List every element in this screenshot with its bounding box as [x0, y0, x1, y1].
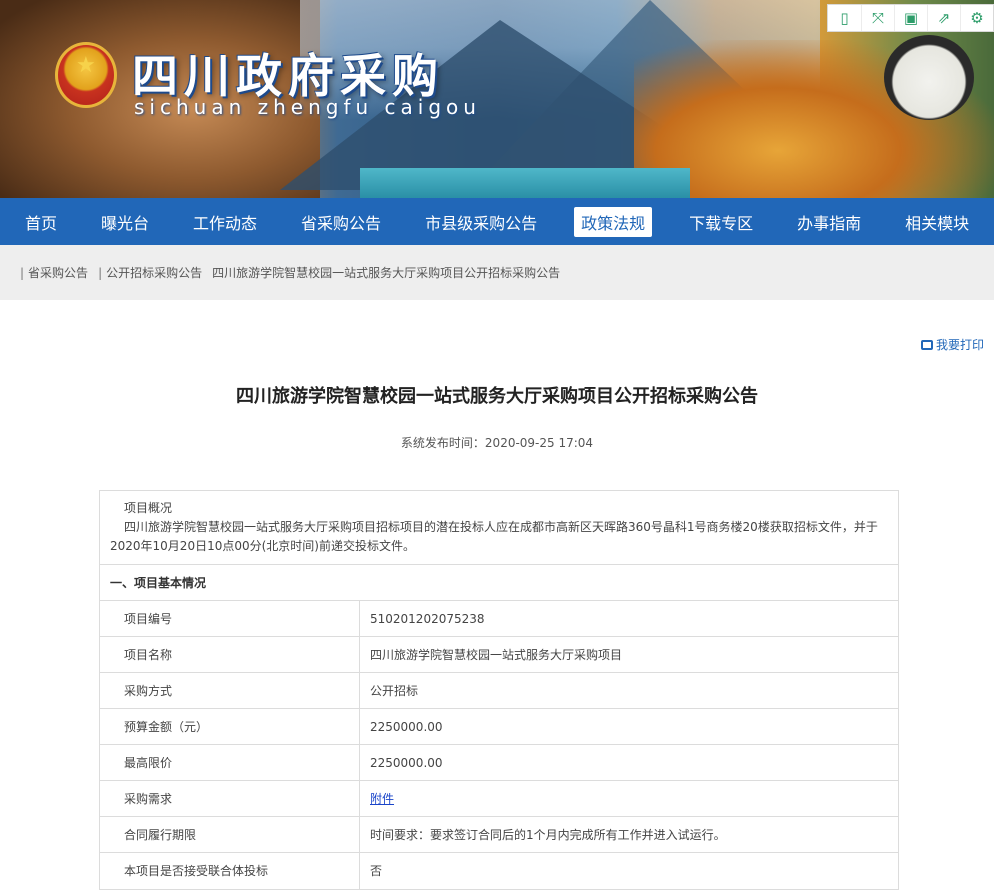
- row-value: 2250000.00: [370, 756, 443, 770]
- table-row: 本项目是否接受联合体投标 否: [100, 853, 898, 889]
- row-key: 合同履行期限: [100, 817, 360, 852]
- publish-time: 系统发布时间：2020-09-25 17:04: [400, 436, 594, 450]
- save-icon[interactable]: ▣: [894, 5, 927, 31]
- nav-item-home[interactable]: 首页: [18, 207, 64, 237]
- nav-item-downloads[interactable]: 下载专区: [682, 207, 760, 237]
- attachment-link[interactable]: 附件: [370, 792, 394, 806]
- printer-icon: [920, 339, 933, 350]
- row-value: 2250000.00: [370, 720, 443, 734]
- row-value: 公开招标: [370, 684, 419, 698]
- share-icon[interactable]: ⇗: [927, 5, 960, 31]
- nav-item-city-notices[interactable]: 市县级采购公告: [418, 207, 544, 237]
- table-row: 采购方式 公开招标: [100, 673, 898, 709]
- breadcrumb: | 省采购公告 | 公开招标采购公告 四川旅游学院智慧校园一站式服务大厅采购项目…: [0, 245, 994, 300]
- site-banner: ★ 四川政府采购 sichuan zhengfu caigou ▯ ⤧ ▣ ⇗ …: [0, 0, 994, 198]
- bookmark-icon[interactable]: ▯: [828, 5, 861, 31]
- breadcrumb-item[interactable]: 公开招标采购公告: [106, 264, 202, 281]
- table-row: 预算金额（元） 2250000.00: [100, 709, 898, 745]
- project-overview: 项目概况 四川旅游学院智慧校园一站式服务大厅采购项目招标项目的潜在投标人应在成都…: [100, 491, 898, 565]
- print-button[interactable]: 我要打印: [920, 336, 984, 353]
- table-row: 采购需求 附件: [100, 781, 898, 817]
- row-value: 否: [370, 864, 383, 878]
- nav-item-news[interactable]: 工作动态: [186, 207, 264, 237]
- table-row: 最高限价 2250000.00: [100, 745, 898, 781]
- nav-item-policies[interactable]: 政策法规: [574, 206, 653, 237]
- settings-icon[interactable]: ⚙: [960, 5, 993, 31]
- project-info-table: 项目概况 四川旅游学院智慧校园一站式服务大厅采购项目招标项目的潜在投标人应在成都…: [99, 490, 899, 890]
- row-key: 采购需求: [100, 781, 360, 816]
- row-key: 采购方式: [100, 673, 360, 708]
- site-subtitle: sichuan zhengfu caigou: [134, 95, 481, 119]
- page-title: 四川旅游学院智慧校园一站式服务大厅采购项目公开招标采购公告: [236, 386, 758, 407]
- banner-panda-image: [884, 35, 974, 120]
- table-row: 项目编号 510201202075238: [100, 601, 898, 637]
- table-row: 项目名称 四川旅游学院智慧校园一站式服务大厅采购项目: [100, 637, 898, 673]
- row-key: 项目编号: [100, 601, 360, 636]
- row-value: 510201202075238: [370, 612, 485, 626]
- row-key: 预算金额（元）: [100, 709, 360, 744]
- main-nav: 首页 曝光台 工作动态 省采购公告 市县级采购公告 政策法规 下载专区 办事指南…: [0, 198, 994, 245]
- row-value: 时间要求：要求签订合同后的1个月内完成所有工作并进入试运行。: [370, 828, 726, 842]
- nav-item-guide[interactable]: 办事指南: [790, 207, 868, 237]
- breadcrumb-item[interactable]: 省采购公告: [28, 264, 88, 281]
- print-label: 我要打印: [935, 338, 984, 352]
- fullscreen-icon[interactable]: ⤧: [861, 5, 894, 31]
- row-value: 四川旅游学院智慧校园一站式服务大厅采购项目: [370, 648, 623, 662]
- breadcrumb-current: 四川旅游学院智慧校园一站式服务大厅采购项目公开招标采购公告: [212, 266, 561, 280]
- overview-heading: 项目概况: [124, 501, 173, 515]
- nav-item-exposure[interactable]: 曝光台: [94, 207, 156, 237]
- row-key: 最高限价: [100, 745, 360, 780]
- overview-text: 四川旅游学院智慧校园一站式服务大厅采购项目招标项目的潜在投标人应在成都市高新区天…: [110, 520, 878, 553]
- national-emblem-icon: ★: [55, 42, 117, 108]
- row-key: 项目名称: [100, 637, 360, 672]
- row-key: 本项目是否接受联合体投标: [100, 853, 360, 889]
- table-row: 合同履行期限 时间要求：要求签订合同后的1个月内完成所有工作并进入试运行。: [100, 817, 898, 853]
- section-heading: 一、项目基本情况: [100, 565, 898, 601]
- nav-item-province-notices[interactable]: 省采购公告: [294, 207, 388, 237]
- toolbar: ▯ ⤧ ▣ ⇗ ⚙: [827, 4, 994, 32]
- nav-item-related[interactable]: 相关模块: [898, 207, 976, 237]
